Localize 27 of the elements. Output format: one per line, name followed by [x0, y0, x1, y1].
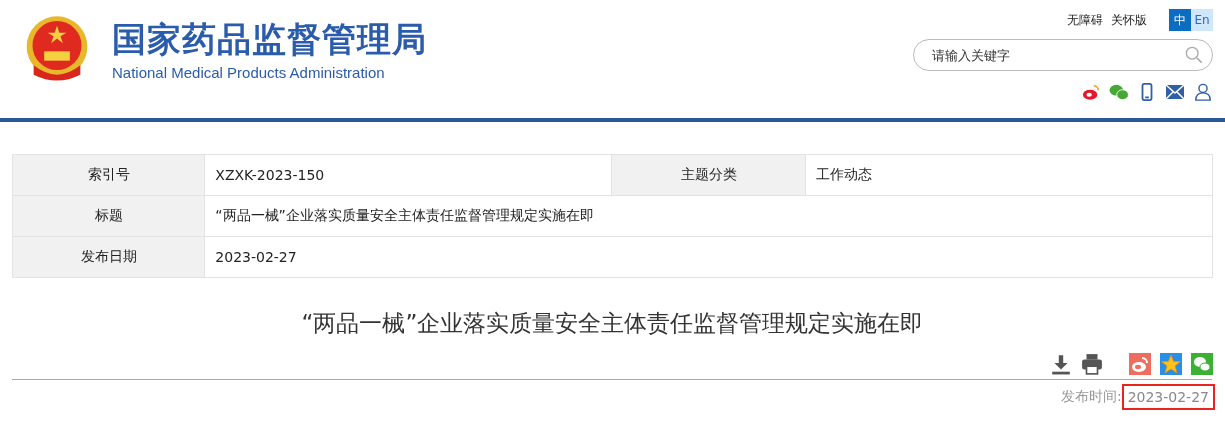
- star-share-icon[interactable]: [1160, 353, 1182, 375]
- table-cell: 工作动态: [805, 154, 1213, 196]
- table-cell: 索引号: [12, 154, 205, 196]
- weibo-icon[interactable]: [1081, 83, 1101, 101]
- table-cell: “两品一械”企业落实质量安全主体责任监督管理规定实施在即: [204, 195, 1213, 237]
- search-field[interactable]: 请输入关键字: [913, 39, 1213, 71]
- chat-bubbles-icon[interactable]: [1109, 83, 1129, 101]
- table-cell: 标题: [12, 195, 205, 237]
- language-tab[interactable]: En: [1191, 9, 1213, 31]
- table-cell: 主题分类: [611, 154, 806, 196]
- user-icon[interactable]: [1193, 83, 1213, 101]
- download-icon[interactable]: [1050, 353, 1072, 375]
- date-label: 发布时间:: [1060, 388, 1122, 406]
- top-link[interactable]: 无障碍: [1067, 11, 1103, 29]
- language-tab[interactable]: 中: [1169, 9, 1191, 31]
- site-subtitle: National Medical Products Administration: [112, 63, 386, 81]
- article-title: “两品一械”企业落实质量安全主体责任监督管理规定实施在即: [300, 309, 925, 338]
- publish-date: 2023-02-27: [1121, 384, 1215, 410]
- site-title: 国家药品监督管理局: [112, 17, 427, 60]
- wechat-share-icon[interactable]: [1191, 353, 1213, 375]
- top-link[interactable]: 关怀版: [1111, 11, 1147, 29]
- table-cell: XZXK-2023-150: [204, 154, 612, 196]
- weibo-share-icon[interactable]: [1129, 353, 1151, 375]
- table-cell: 发布日期: [12, 236, 205, 278]
- mail-icon[interactable]: [1165, 83, 1185, 101]
- table-cell: 2023-02-27: [204, 236, 1213, 278]
- printer-icon[interactable]: [1081, 353, 1103, 375]
